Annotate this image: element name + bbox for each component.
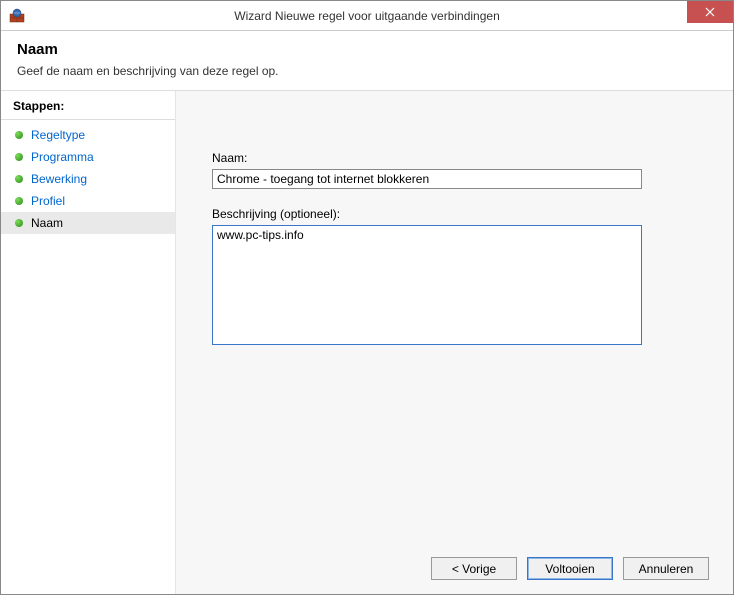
back-button[interactable]: < Vorige — [431, 557, 517, 580]
name-input[interactable] — [212, 169, 642, 189]
step-bullet-icon — [15, 153, 23, 161]
step-profiel[interactable]: Profiel — [1, 190, 175, 212]
step-label: Bewerking — [31, 172, 87, 186]
page-subtitle: Geef de naam en beschrijving van deze re… — [17, 64, 717, 78]
finish-button[interactable]: Voltooien — [527, 557, 613, 580]
close-icon — [705, 7, 715, 17]
window-title: Wizard Nieuwe regel voor uitgaande verbi… — [1, 9, 733, 23]
main-panel: Naam: Beschrijving (optioneel): < Vorige… — [176, 91, 733, 594]
close-button[interactable] — [687, 1, 733, 23]
step-programma[interactable]: Programma — [1, 146, 175, 168]
description-label: Beschrijving (optioneel): — [212, 207, 693, 221]
description-field-group: Beschrijving (optioneel): — [212, 207, 693, 348]
firewall-icon — [9, 8, 25, 24]
button-row: < Vorige Voltooien Annuleren — [431, 557, 709, 580]
description-textarea[interactable] — [212, 225, 642, 345]
step-bullet-icon — [15, 219, 23, 227]
name-label: Naam: — [212, 151, 693, 165]
step-label: Regeltype — [31, 128, 85, 142]
step-bullet-icon — [15, 197, 23, 205]
step-bewerking[interactable]: Bewerking — [1, 168, 175, 190]
name-field-group: Naam: — [212, 151, 693, 189]
wizard-body: Stappen: Regeltype Programma Bewerking P… — [1, 91, 733, 594]
cancel-button[interactable]: Annuleren — [623, 557, 709, 580]
steps-heading: Stappen: — [1, 93, 175, 120]
wizard-header: Naam Geef de naam en beschrijving van de… — [1, 31, 733, 91]
step-label: Naam — [31, 216, 63, 230]
step-naam[interactable]: Naam — [1, 212, 175, 234]
step-label: Profiel — [31, 194, 65, 208]
step-regeltype[interactable]: Regeltype — [1, 124, 175, 146]
step-bullet-icon — [15, 131, 23, 139]
step-bullet-icon — [15, 175, 23, 183]
steps-sidebar: Stappen: Regeltype Programma Bewerking P… — [1, 91, 176, 594]
step-label: Programma — [31, 150, 94, 164]
page-title: Naam — [17, 41, 717, 58]
titlebar: Wizard Nieuwe regel voor uitgaande verbi… — [1, 1, 733, 31]
wizard-window: Wizard Nieuwe regel voor uitgaande verbi… — [0, 0, 734, 595]
